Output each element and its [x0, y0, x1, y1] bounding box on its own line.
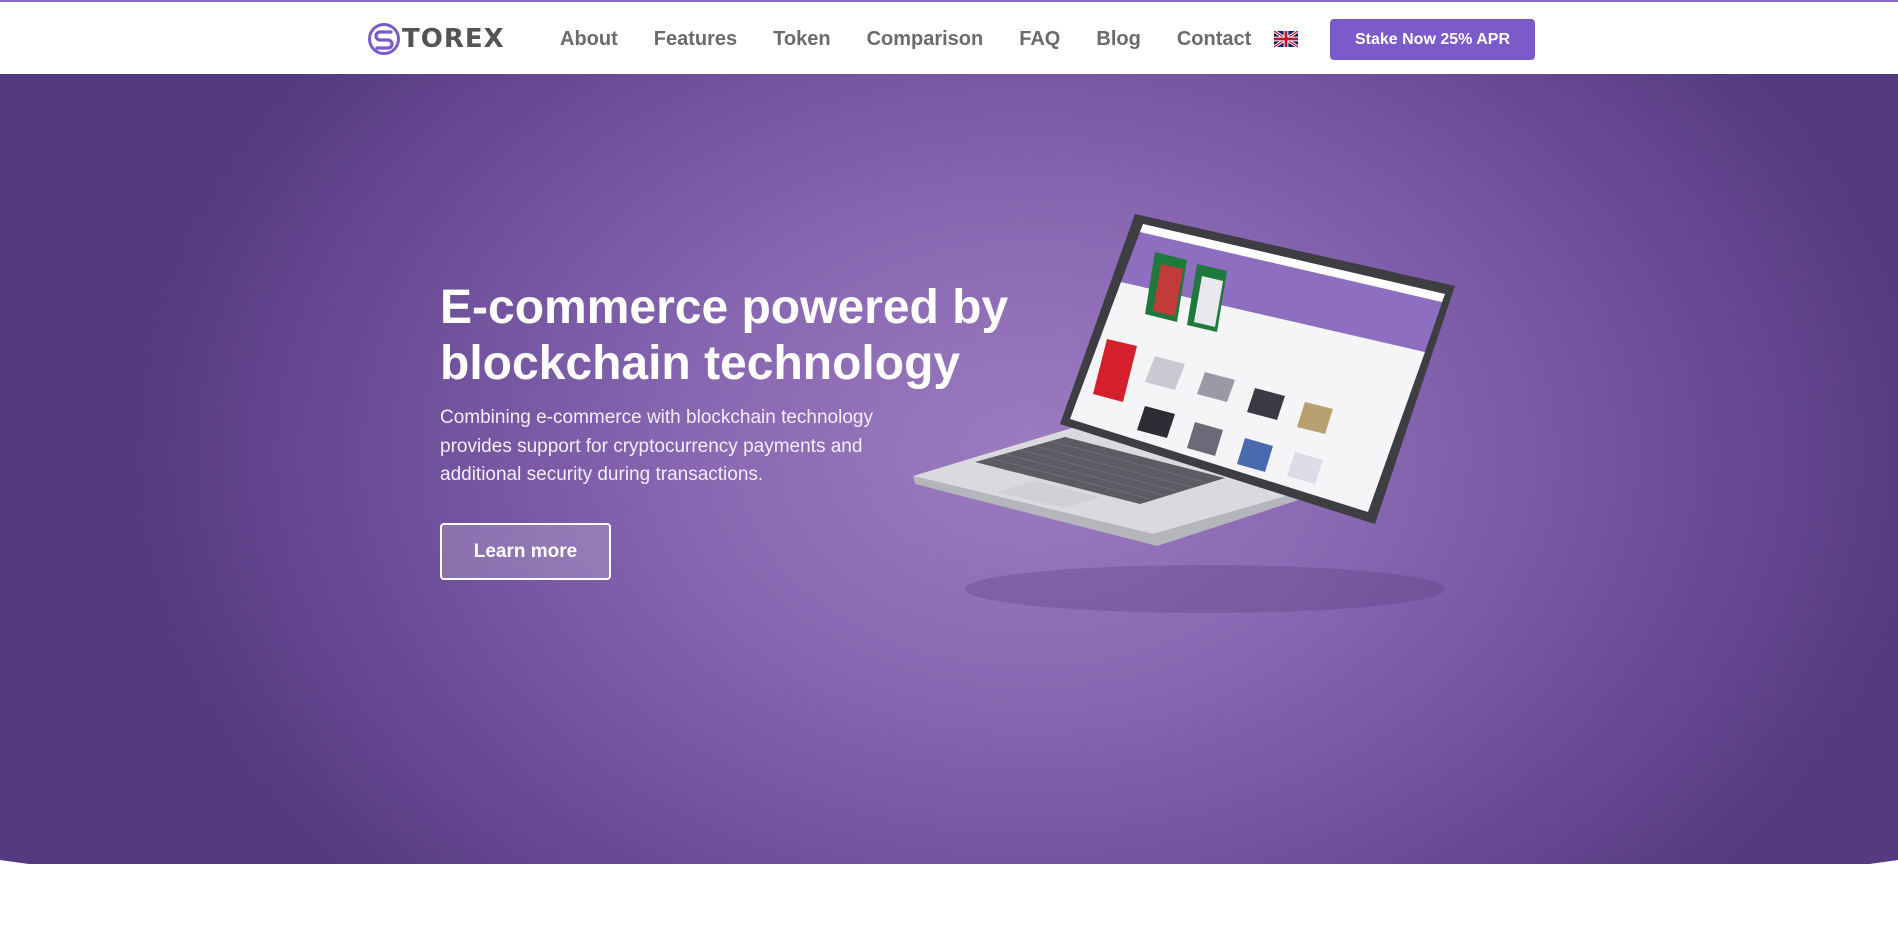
hero-description: Combining e-commerce with blockchain tec… — [440, 407, 873, 485]
main-nav: About Features Token Comparison FAQ Blog… — [560, 2, 1287, 76]
nav-link-comparison[interactable]: Comparison — [867, 2, 984, 76]
nav-link-contact[interactable]: Contact — [1177, 2, 1251, 76]
nav-link-about[interactable]: About — [560, 2, 618, 76]
stake-now-button[interactable]: Stake Now 25% APR — [1330, 19, 1535, 60]
brand-name: TOREX — [402, 24, 505, 54]
learn-more-button[interactable]: Learn more — [440, 523, 611, 580]
navbar: TOREX About Features Token Comparison FA… — [0, 0, 1898, 74]
storex-logo-icon — [368, 23, 400, 55]
uk-flag-icon[interactable] — [1274, 30, 1298, 48]
laptop-storex-preview-image — [913, 214, 1455, 613]
hero-bottom-curve — [0, 860, 1898, 864]
hero-section: E-commerce powered by blockchain technol… — [0, 74, 1898, 864]
logo[interactable]: TOREX — [367, 21, 505, 57]
nav-link-blog[interactable]: Blog — [1096, 2, 1140, 76]
nav-link-features[interactable]: Features — [654, 2, 737, 76]
nav-link-token[interactable]: Token — [773, 2, 830, 76]
nav-link-faq[interactable]: FAQ — [1019, 2, 1060, 76]
